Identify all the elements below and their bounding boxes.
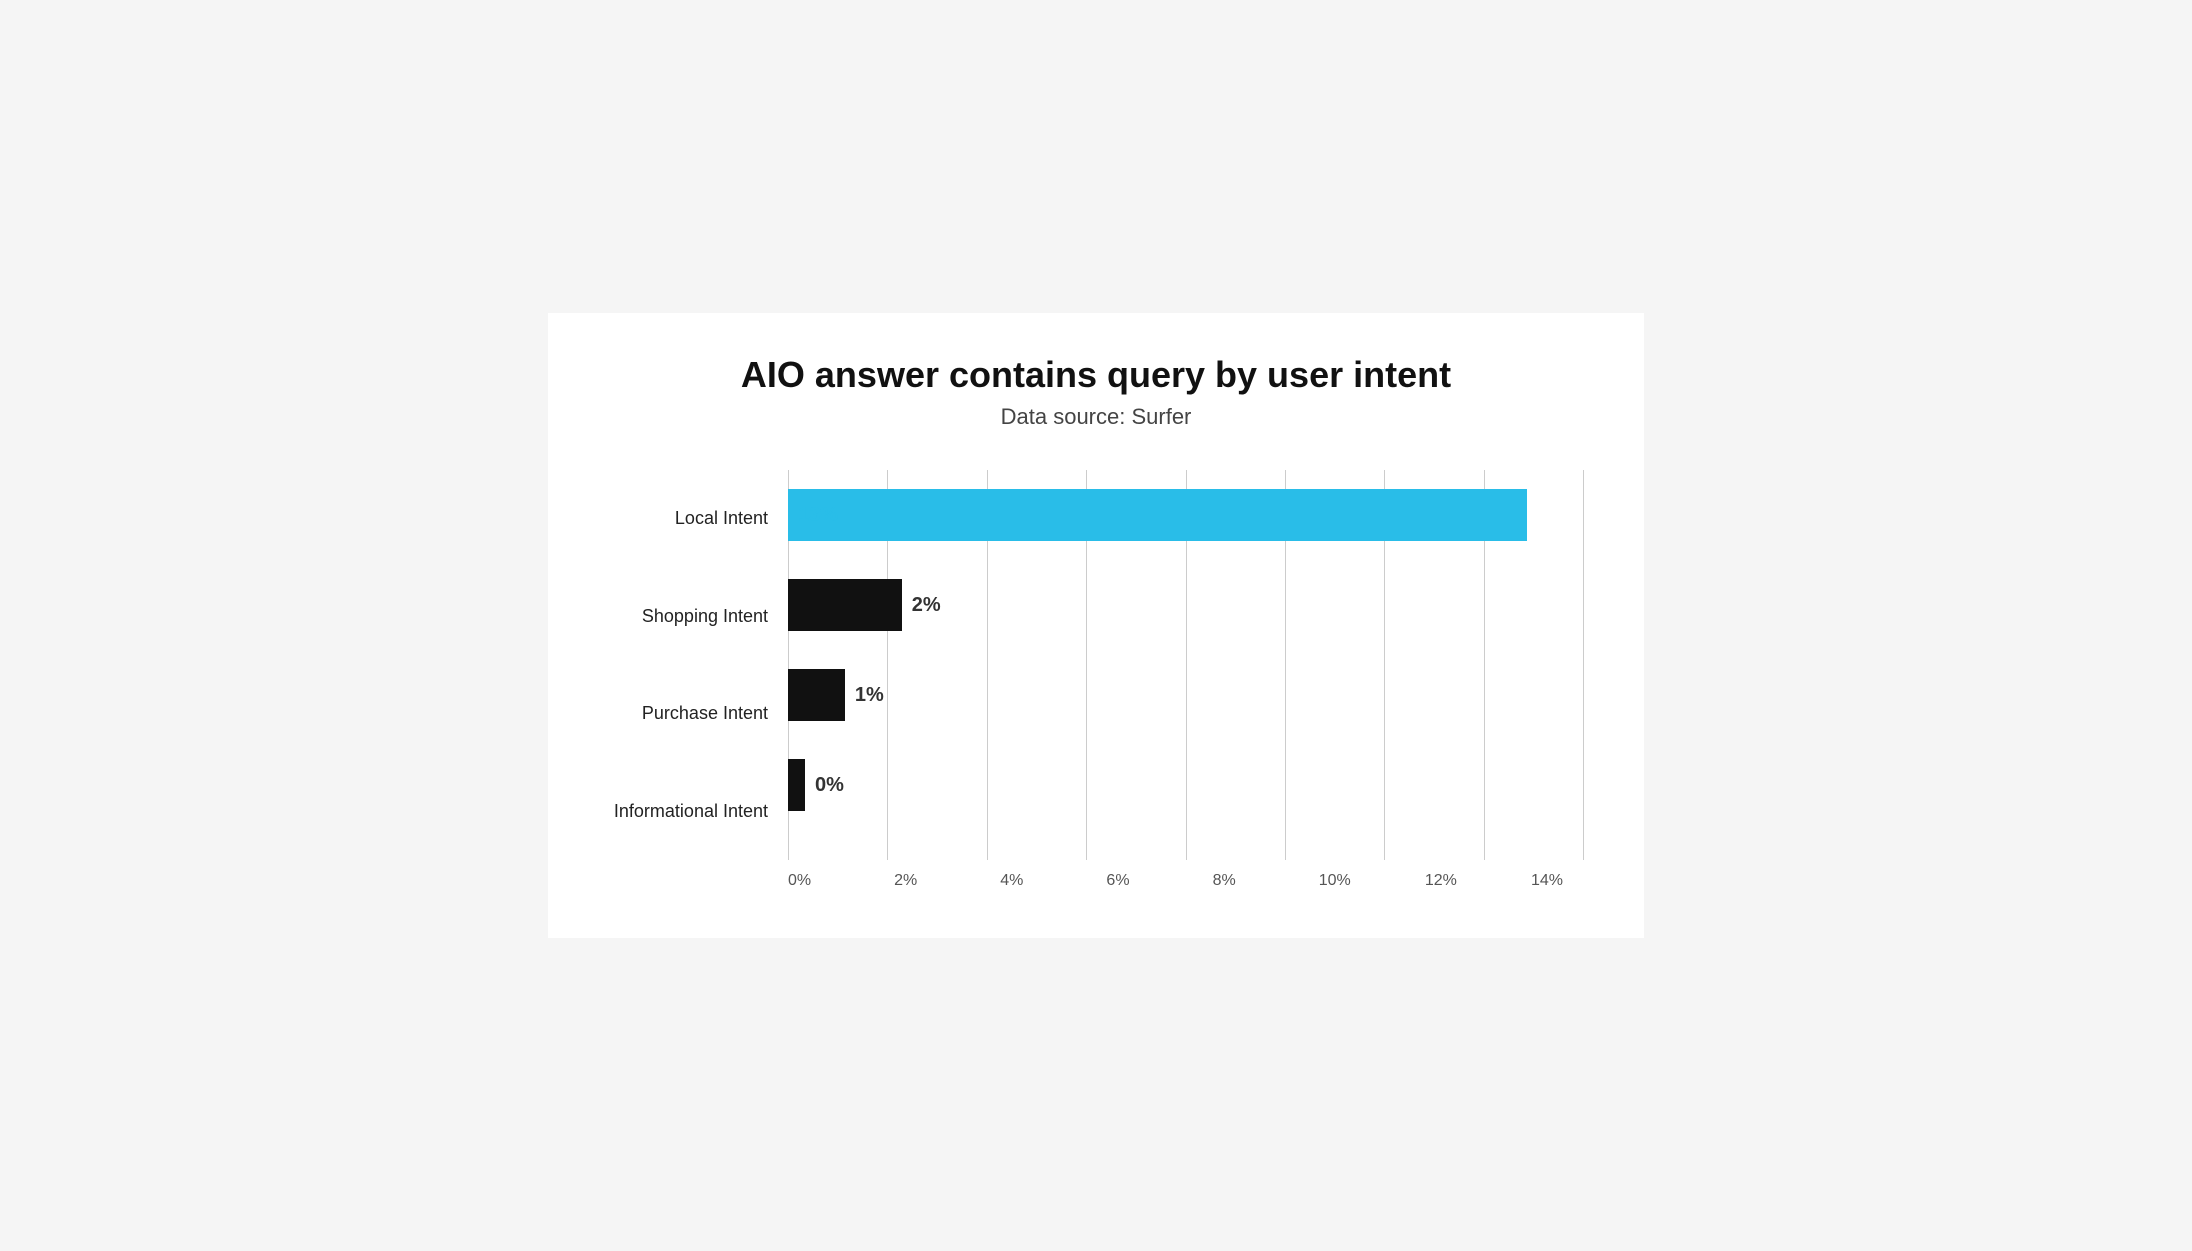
y-label-informational: Informational Intent xyxy=(614,801,768,823)
bar-row-local: 13% xyxy=(788,485,1584,545)
chart-container: AIO answer contains query by user intent… xyxy=(548,313,1644,938)
x-tick-2: 2% xyxy=(894,872,1000,890)
bar-local: 13% xyxy=(788,489,1527,541)
y-labels: Local Intent Shopping Intent Purchase In… xyxy=(608,470,788,890)
chart-subtitle: Data source: Surfer xyxy=(608,404,1584,430)
bars-rows: 13% 2% 1% xyxy=(788,470,1584,860)
plot-area: 13% 2% 1% xyxy=(788,470,1584,890)
bar-value-shopping: 2% xyxy=(912,594,941,617)
x-tick-12: 12% xyxy=(1425,872,1531,890)
x-tick-14: 14% xyxy=(1531,872,1584,890)
x-axis: 0% 2% 4% 6% 8% 10% 12% 14% xyxy=(788,860,1584,890)
bar-value-purchase: 1% xyxy=(855,684,884,707)
bar-purchase xyxy=(788,669,845,721)
bar-row-informational: 0% xyxy=(788,755,1584,815)
y-label-purchase: Purchase Intent xyxy=(642,703,768,725)
x-tick-4: 4% xyxy=(1000,872,1106,890)
bar-informational xyxy=(788,759,805,811)
bar-value-local: 13% xyxy=(798,504,838,527)
bar-row-purchase: 1% xyxy=(788,665,1584,725)
x-tick-8: 8% xyxy=(1213,872,1319,890)
x-tick-0: 0% xyxy=(788,872,894,890)
bar-row-shopping: 2% xyxy=(788,575,1584,635)
bar-value-informational: 0% xyxy=(815,774,844,797)
chart-area: Local Intent Shopping Intent Purchase In… xyxy=(608,470,1584,890)
x-tick-10: 10% xyxy=(1319,872,1425,890)
y-label-local: Local Intent xyxy=(675,508,768,530)
y-label-shopping: Shopping Intent xyxy=(642,606,768,628)
bars-section: Local Intent Shopping Intent Purchase In… xyxy=(608,470,1584,890)
chart-title: AIO answer contains query by user intent xyxy=(608,353,1584,396)
x-tick-6: 6% xyxy=(1106,872,1212,890)
bar-shopping xyxy=(788,579,902,631)
